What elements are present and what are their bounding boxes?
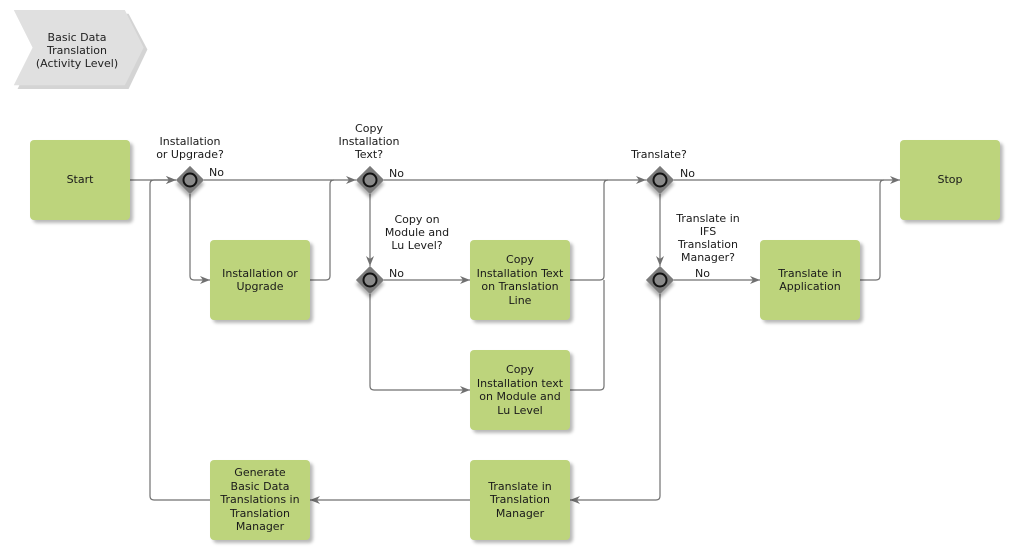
task-copy-text-module-lu-label: Copy Installation text on Module and Lu …	[476, 363, 564, 417]
task-translate-in-translation-manager[interactable]: Translate in Translation Manager	[470, 460, 570, 540]
gateway-copy-installation-text	[355, 165, 385, 195]
flow-label-no-gw1: No	[209, 166, 224, 179]
gateway-label-translate: Translate?	[631, 148, 687, 161]
flow-gw1-to-install	[189, 194, 210, 284]
gateway-label-translate-ifs-manager: Translate in IFS Translation Manager?	[676, 212, 740, 264]
gateway-installation-or-upgrade	[175, 165, 205, 195]
flow-label-no-gw2: No	[389, 167, 404, 180]
flow-gw5-to-translate-tm	[570, 294, 661, 504]
process-diagram: Basic Data Translation (Activity Level)	[0, 0, 1010, 550]
task-installation-or-upgrade-label: Installation or Upgrade	[222, 266, 298, 294]
task-translate-in-application[interactable]: Translate in Application	[760, 240, 860, 320]
task-stop-label: Stop	[937, 173, 963, 187]
flow-app-to-stop	[860, 179, 885, 281]
flow-copy-module-to-gw4	[570, 280, 605, 391]
task-translate-in-application-label: Translate in Application	[778, 266, 842, 294]
flow-copy-line-to-gw4	[570, 179, 609, 281]
task-translate-in-translation-manager-label: Translate in Translation Manager	[488, 479, 552, 520]
task-copy-text-module-lu[interactable]: Copy Installation text on Module and Lu …	[470, 350, 570, 430]
flow-gw3-to-copy-module	[369, 294, 470, 394]
task-stop[interactable]: Stop	[900, 140, 1000, 220]
flow-generate-to-gw1	[149, 176, 210, 501]
gateway-circle-icon	[652, 272, 668, 288]
gateway-translate-ifs-manager	[645, 265, 675, 295]
task-start-label: Start	[66, 173, 94, 187]
gateway-circle-icon	[652, 172, 668, 188]
task-generate-basic-data-label: Generate Basic Data Translations in Tran…	[220, 466, 300, 534]
gateway-label-installation-or-upgrade: Installation or Upgrade?	[156, 135, 224, 161]
flow-label-no-gw3: No	[389, 267, 404, 280]
gateway-circle-icon	[182, 172, 198, 188]
gateway-label-copy-installation-text: Copy Installation Text?	[338, 122, 400, 161]
task-generate-basic-data[interactable]: Generate Basic Data Translations in Tran…	[210, 460, 310, 540]
task-start[interactable]: Start	[30, 140, 130, 220]
gateway-circle-icon	[362, 272, 378, 288]
flow-label-no-gw4: No	[680, 167, 695, 180]
flow-install-to-gw2	[310, 179, 335, 281]
gateway-translate	[645, 165, 675, 195]
gateway-copy-module-lu	[355, 265, 385, 295]
flow-label-no-gw5: No	[695, 267, 710, 280]
task-copy-text-translation-line-label: Copy Installation Text on Translation Li…	[476, 253, 564, 307]
task-copy-text-translation-line[interactable]: Copy Installation Text on Translation Li…	[470, 240, 570, 320]
gateway-label-copy-module-lu: Copy on Module and Lu Level?	[384, 213, 450, 252]
task-installation-or-upgrade[interactable]: Installation or Upgrade	[210, 240, 310, 320]
gateway-circle-icon	[362, 172, 378, 188]
